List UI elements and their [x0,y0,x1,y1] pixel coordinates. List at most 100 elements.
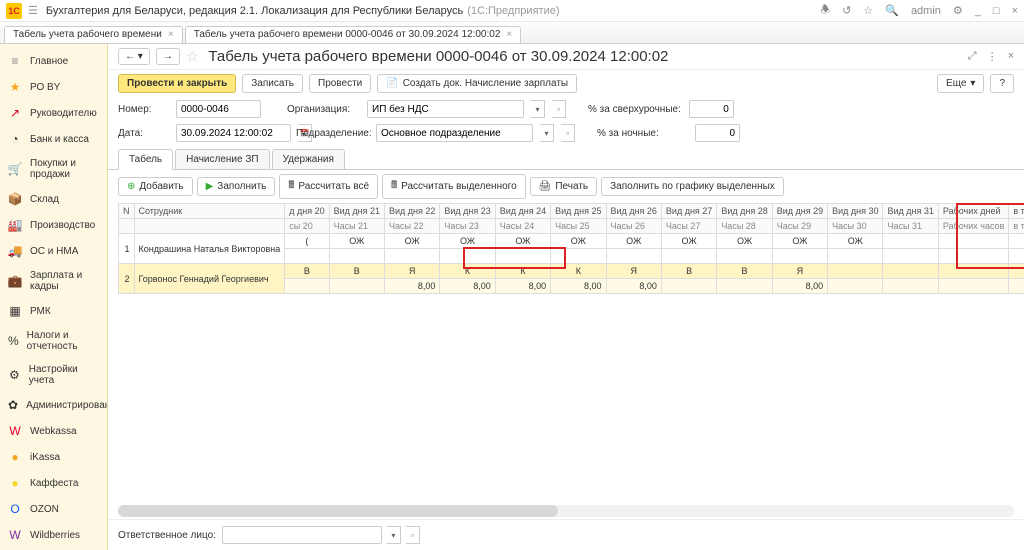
col-header[interactable]: Вид дня 30 [828,204,883,219]
table-row[interactable]: 1Кондрашина Наталья Викторовна( ОЖОЖОЖОЖ… [119,234,1024,249]
forward-button[interactable]: → [156,48,180,65]
tab-close-icon[interactable]: × [168,29,174,40]
table-row[interactable]: 2Горвонос Геннадий ГеоргиевичВВЯКККЯВВЯ2… [119,264,1024,279]
col-subheader: Часы 29 [772,219,827,234]
sidebar-item[interactable]: ▦РМК [0,298,107,324]
sub-tab-timesheet[interactable]: Табель [118,149,173,170]
post-and-close-button[interactable]: Провести и закрыть [118,74,236,93]
kebab-icon[interactable]: ⋮ [987,50,998,63]
add-button[interactable]: ⊕Добавить [118,177,193,196]
user-label[interactable]: admin [911,5,941,17]
maximize-icon[interactable]: □ [993,5,1000,17]
sidebar-icon: O [8,502,22,516]
create-payroll-button[interactable]: 📄Создать док. Начисление зарплаты [377,74,577,93]
sidebar-label: iKassa [30,452,60,463]
close-icon[interactable]: × [1012,5,1018,17]
col-header[interactable]: Вид дня 25 [551,204,606,219]
org-label: Организация: [287,104,359,115]
print-button[interactable]: 🖨Печать [530,177,597,196]
fill-button[interactable]: ▶Заполнить [197,177,276,196]
scroll-thumb[interactable] [118,505,558,517]
overtime-input[interactable] [689,100,734,118]
doc-close-icon[interactable]: × [1008,50,1014,63]
write-button[interactable]: Записать [242,74,303,93]
sidebar-item[interactable]: %Налоги и отчетность [0,324,107,358]
col-header[interactable]: Рабочих дней [938,204,1008,219]
night-label: % за ночные: [597,128,687,139]
fill-schedule-button[interactable]: Заполнить по графику выделенных [601,177,784,196]
dept-dd-icon[interactable]: ▾ [540,124,554,142]
sidebar-item[interactable]: WWildberries [0,522,107,548]
sidebar-item[interactable]: ●Каффеста [0,470,107,496]
sidebar-item[interactable]: 📦Склад [0,186,107,212]
sidebar-item[interactable]: OOZON [0,496,107,522]
col-subheader: Часы 27 [661,219,716,234]
recalc-all-button[interactable]: 🖩Рассчитать всё [279,174,378,199]
sidebar-item[interactable]: ≡Главное [0,48,107,74]
sidebar-item[interactable]: ↗Руководителю [0,100,107,126]
col-header[interactable]: Вид дня 23 [440,204,495,219]
sidebar-item[interactable]: 🏭Производство [0,212,107,238]
col-header[interactable]: N [119,204,135,219]
col-header[interactable]: Вид дня 29 [772,204,827,219]
settings-icon[interactable]: ⚙ [953,4,963,17]
org-open-icon[interactable]: ▫ [552,100,566,118]
org-input[interactable] [367,100,524,118]
document-tab[interactable]: Табель учета рабочего времени 0000-0046 … [185,26,522,43]
sidebar-icon: ≡ [8,54,22,68]
col-header[interactable]: Вид дня 24 [495,204,550,219]
col-header[interactable]: Вид дня 27 [661,204,716,219]
responsible-dd-icon[interactable]: ▾ [387,526,401,544]
sidebar-item[interactable]: 🛒Покупки и продажи [0,152,107,186]
sidebar-item[interactable]: ◔Банк и касса [0,126,107,152]
col-header[interactable]: Вид дня 28 [717,204,772,219]
col-header[interactable]: Вид дня 22 [384,204,439,219]
sidebar-item[interactable]: ⚙Настройки учета [0,358,107,392]
sub-tab-deductions[interactable]: Удержания [272,149,345,169]
tab-close-icon[interactable]: × [506,29,512,40]
titlebar: 1C ☰ Бухгалтерия для Беларуси, редакция … [0,0,1024,22]
org-dd-icon[interactable]: ▾ [531,100,545,118]
responsible-open-icon[interactable]: ▫ [406,526,420,544]
document-tab[interactable]: Табель учета рабочего времени× [4,26,183,43]
minimize-icon[interactable]: _ [975,5,981,17]
recalc-sel-button[interactable]: 🖩Рассчитать выделенного [382,174,526,199]
number-label: Номер: [118,104,168,115]
sidebar-icon: ◔ [8,132,22,146]
col-header[interactable]: Вид дня 21 [329,204,384,219]
number-input[interactable] [176,100,261,118]
grid-viewport[interactable]: NСотрудникд дня 20Вид дня 21Вид дня 22Ви… [108,203,1024,505]
col-header[interactable]: Вид дня 26 [606,204,661,219]
sidebar-item[interactable]: 💼Зарплата и кадры [0,264,107,298]
sub-tab-payroll[interactable]: Начисление ЗП [175,149,269,169]
help-button[interactable]: ? [990,74,1014,93]
more-button[interactable]: Еще ▾ [937,74,984,93]
sidebar-item[interactable]: ★РО BY [0,74,107,100]
search-icon[interactable]: 🔍 [885,4,899,17]
col-header[interactable]: Сотрудник [134,204,285,219]
dept-input[interactable] [376,124,533,142]
dept-open-icon[interactable]: ▫ [561,124,575,142]
star-icon[interactable]: ☆ [863,4,873,17]
col-header[interactable]: д дня 20 [285,204,329,219]
history-icon[interactable]: ↺ [842,4,851,17]
sidebar-item[interactable]: 🚚ОС и НМА [0,238,107,264]
sidebar-item[interactable]: ●iKassa [0,444,107,470]
date-input[interactable] [176,124,291,142]
responsible-input[interactable] [222,526,382,544]
back-button[interactable]: ← ▾ [118,48,150,65]
sidebar-item[interactable]: WWebkassa [0,418,107,444]
horizontal-scrollbar[interactable] [118,505,1014,517]
col-header[interactable]: Вид дня 31 [883,204,938,219]
post-button[interactable]: Провести [309,74,371,93]
menu-icon[interactable]: ☰ [28,4,38,17]
night-input[interactable] [695,124,740,142]
main-toolbar: Провести и закрыть Записать Провести 📄Со… [108,70,1024,97]
sidebar-icon: W [8,528,22,542]
link-icon[interactable]: ⤢ [968,50,977,63]
favorite-icon[interactable]: ☆ [186,48,199,65]
recalc-sel-label: Рассчитать выделенного [401,181,517,192]
bell-icon[interactable]: 🕭 [820,1,830,20]
col-header[interactable]: в т.ч. ночных часов [1009,204,1024,219]
sidebar-item[interactable]: ✿Администрирование [0,392,107,418]
